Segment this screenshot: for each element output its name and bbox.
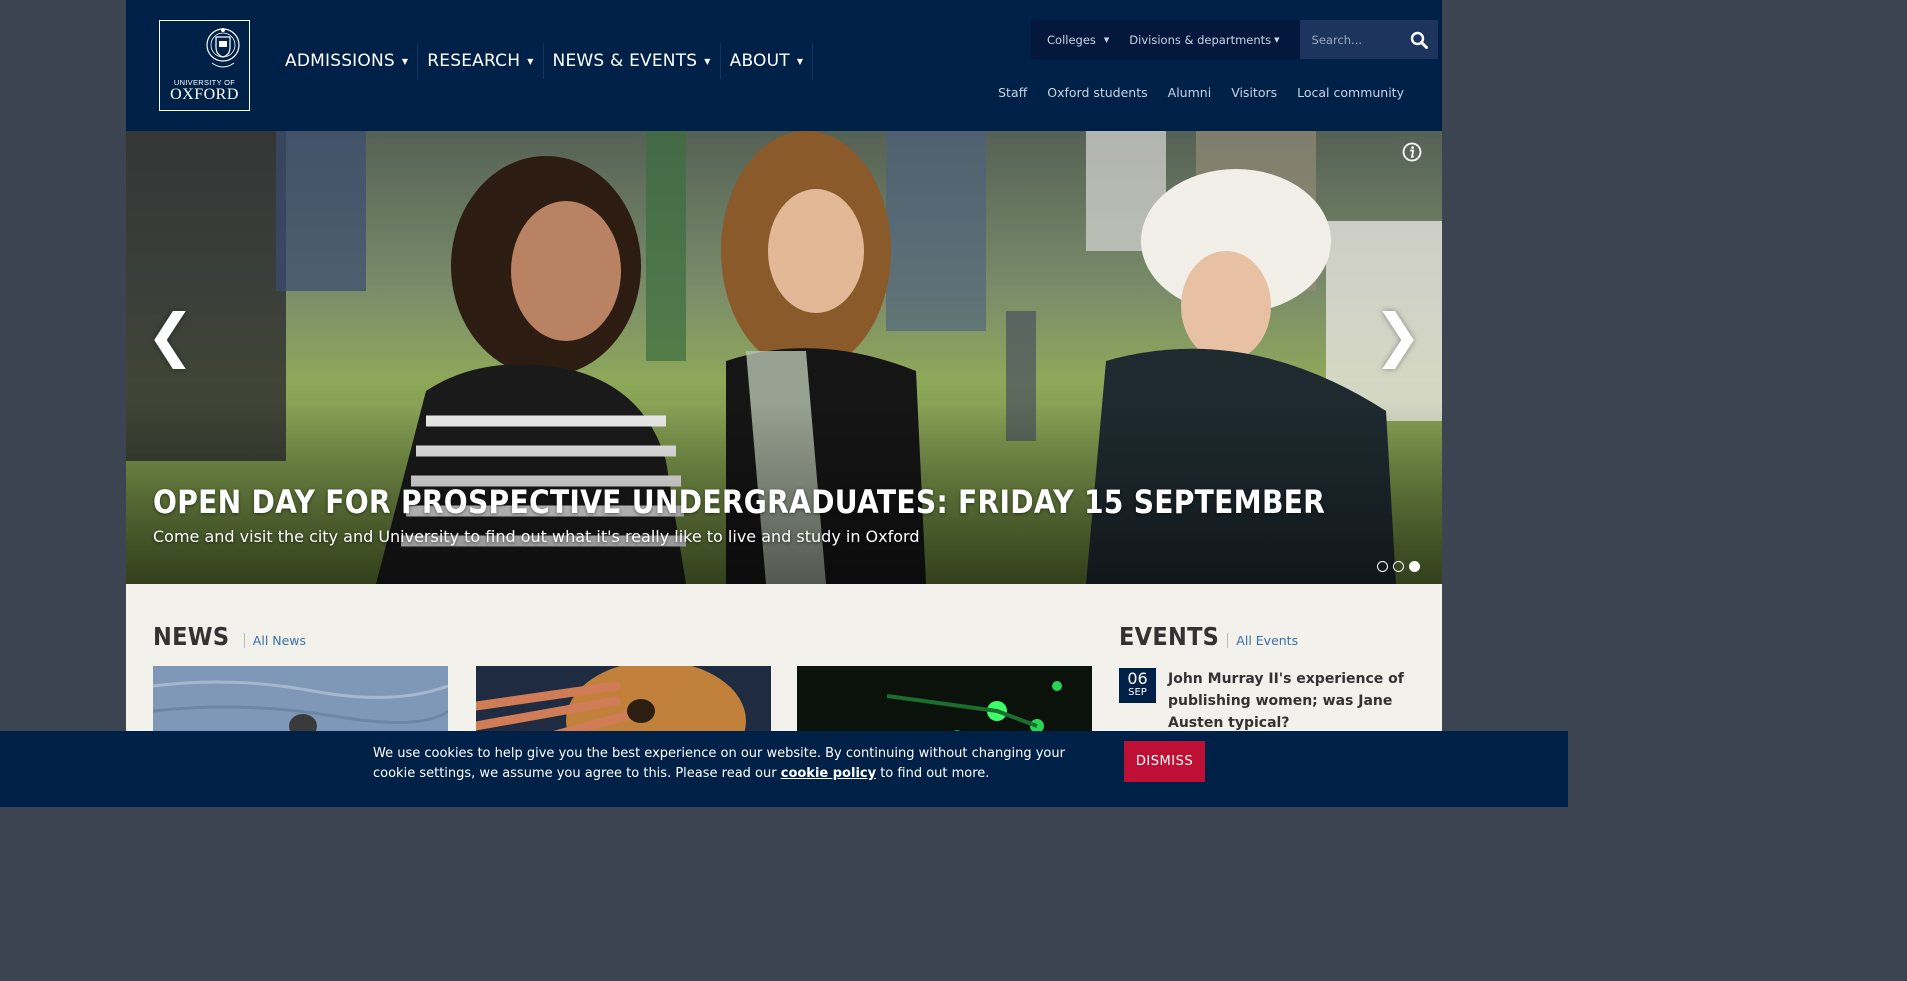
nav-label: ABOUT	[729, 51, 790, 71]
link-alumni[interactable]: Alumni	[1168, 85, 1212, 100]
caret-down-icon: ▼	[527, 56, 534, 66]
dismiss-button[interactable]: DISMISS	[1124, 741, 1205, 782]
utility-bar: Colleges ▼ Divisions & departments ▼	[1031, 20, 1438, 59]
carousel-dot-3[interactable]	[1409, 561, 1420, 572]
logo-oxford: OXFORD	[170, 86, 239, 103]
nav-label: NEWS & EVENTS	[552, 51, 698, 71]
main-navigation: ADMISSIONS ▼ RESEARCH ▼ NEWS & EVENTS ▼ ABO…	[276, 43, 814, 79]
all-events-link[interactable]: All Events	[1227, 633, 1298, 648]
search-icon[interactable]	[1410, 31, 1428, 49]
nav-label: RESEARCH	[427, 51, 521, 71]
info-icon[interactable]	[1402, 142, 1422, 162]
colleges-dropdown[interactable]: Colleges ▼	[1031, 20, 1126, 59]
audience-links: Staff Oxford students Alumni Visitors Lo…	[998, 85, 1404, 100]
cookie-message: We use cookies to help give you the best…	[373, 744, 1093, 784]
caret-down-icon: ▼	[1103, 35, 1110, 44]
hero-carousel: ❮ ❯ OPEN DAY FOR PROSPECTIVE UNDERGRADUA…	[126, 131, 1442, 584]
event-date: 06 SEP	[1119, 668, 1156, 703]
carousel-next-button[interactable]: ❯	[1373, 306, 1422, 364]
hero-subtitle: Come and visit the city and University t…	[153, 527, 920, 546]
cookie-banner: We use cookies to help give you the best…	[0, 731, 1568, 807]
event-item[interactable]: 06 SEP John Murray II's experience of pu…	[1119, 668, 1408, 734]
caret-down-icon: ▼	[796, 56, 804, 66]
event-title[interactable]: John Murray II's experience of publishin…	[1168, 668, 1408, 734]
link-oxford-students[interactable]: Oxford students	[1047, 85, 1147, 100]
crest-icon	[206, 28, 240, 68]
carousel-dot-1[interactable]	[1377, 561, 1388, 572]
caret-down-icon: ▼	[704, 56, 711, 66]
link-staff[interactable]: Staff	[998, 85, 1027, 100]
all-news-link[interactable]: All News	[243, 633, 306, 648]
news-header: NEWS All News	[153, 622, 306, 651]
link-visitors[interactable]: Visitors	[1231, 85, 1277, 100]
carousel-dot-2[interactable]	[1393, 561, 1404, 572]
cookie-policy-link[interactable]: cookie policy	[781, 766, 876, 781]
nav-label: ADMISSIONS	[285, 51, 395, 71]
caret-down-icon: ▼	[1274, 35, 1280, 44]
divisions-dropdown[interactable]: Divisions & departments ▼	[1125, 20, 1300, 59]
colleges-label: Colleges	[1047, 32, 1096, 47]
nav-news-events[interactable]: NEWS & EVENTS ▼	[544, 43, 721, 79]
event-day: 06	[1127, 669, 1148, 688]
hero-title: OPEN DAY FOR PROSPECTIVE UNDERGRADUATES:…	[153, 483, 1326, 521]
caret-down-icon: ▼	[401, 56, 409, 66]
event-month: SEP	[1128, 687, 1147, 698]
page: UNIVERSITY OF OXFORD ADMISSIONS ▼ RESEARC…	[126, 0, 1442, 807]
link-local-community[interactable]: Local community	[1297, 85, 1404, 100]
search-input[interactable]	[1311, 32, 1402, 47]
oxford-logo[interactable]: UNIVERSITY OF OXFORD	[159, 20, 250, 111]
site-header: UNIVERSITY OF OXFORD ADMISSIONS ▼ RESEARC…	[126, 0, 1442, 131]
nav-about[interactable]: ABOUT ▼	[721, 43, 814, 79]
search-box	[1299, 20, 1438, 59]
carousel-prev-button[interactable]: ❮	[146, 306, 195, 364]
events-heading: EVENTS	[1119, 622, 1220, 651]
events-header: EVENTS All Events	[1119, 622, 1298, 651]
nav-admissions[interactable]: ADMISSIONS ▼	[276, 43, 419, 79]
news-heading: NEWS	[153, 622, 230, 651]
divisions-label: Divisions & departments	[1129, 32, 1272, 47]
nav-research[interactable]: RESEARCH ▼	[418, 43, 544, 79]
cookie-text-after: to find out more.	[876, 766, 990, 781]
carousel-indicators	[1377, 561, 1420, 572]
